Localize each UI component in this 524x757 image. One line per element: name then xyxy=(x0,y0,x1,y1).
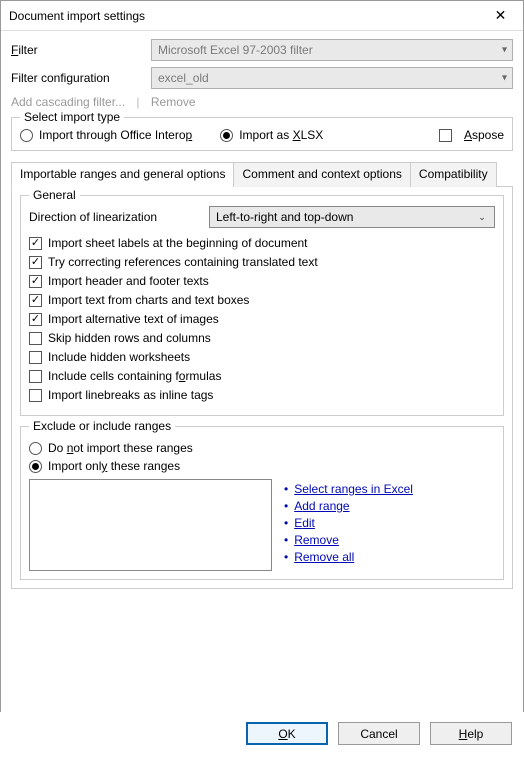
tab-compatibility[interactable]: Compatibility xyxy=(410,162,497,187)
checkbox-icon xyxy=(439,129,452,142)
general-legend: General xyxy=(29,188,80,202)
checkbox-icon xyxy=(29,275,42,288)
chevron-down-icon: ⌄ xyxy=(474,209,490,225)
filter-config-value: excel_old xyxy=(158,71,209,85)
checkbox-icon xyxy=(29,237,42,250)
titlebar: Document import settings ✕ xyxy=(1,1,523,31)
remove-cascading-link[interactable]: Remove xyxy=(151,95,196,109)
chk-linebreaks[interactable]: Import linebreaks as inline tags xyxy=(29,388,495,402)
radio-icon xyxy=(29,442,42,455)
tab-comment-context[interactable]: Comment and context options xyxy=(233,162,410,187)
chk-header-footer[interactable]: Import header and footer texts xyxy=(29,274,495,288)
chk-hidden-worksheets[interactable]: Include hidden worksheets xyxy=(29,350,495,364)
radio-icon xyxy=(220,129,233,142)
range-actions: •Select ranges in Excel •Add range •Edit… xyxy=(284,479,495,571)
ranges-fieldset: Exclude or include ranges Do not import … xyxy=(20,426,504,580)
close-button[interactable]: ✕ xyxy=(478,1,523,31)
filter-label: Filter xyxy=(11,43,151,57)
checkbox-icon xyxy=(29,332,42,345)
ok-button[interactable]: OK xyxy=(246,722,328,745)
chk-skip-hidden[interactable]: Skip hidden rows and columns xyxy=(29,331,495,345)
import-type-legend: Select import type xyxy=(20,110,124,124)
filter-value: Microsoft Excel 97-2003 filter xyxy=(158,43,313,57)
checkbox-icon xyxy=(29,351,42,364)
import-type-fieldset: Select import type Import through Office… xyxy=(11,117,513,151)
chk-sheet-labels[interactable]: Import sheet labels at the beginning of … xyxy=(29,236,495,250)
chk-correct-refs[interactable]: Try correcting references containing tra… xyxy=(29,255,495,269)
general-checklist: Import sheet labels at the beginning of … xyxy=(29,236,495,402)
general-fieldset: General Direction of linearization Left-… xyxy=(20,195,504,416)
chk-formulas[interactable]: Include cells containing formulas xyxy=(29,369,495,383)
filter-config-combo[interactable]: excel_old ▾ xyxy=(151,67,513,89)
direction-select[interactable]: Left-to-right and top-down ⌄ xyxy=(209,206,495,228)
select-ranges-link[interactable]: Select ranges in Excel xyxy=(294,482,413,496)
checkbox-icon xyxy=(29,370,42,383)
content-area: Filter Microsoft Excel 97-2003 filter ▾ … xyxy=(1,31,523,597)
cancel-button[interactable]: Cancel xyxy=(338,722,420,745)
add-cascading-link[interactable]: Add cascading filter... xyxy=(11,95,125,109)
direction-label: Direction of linearization xyxy=(29,210,209,224)
checkbox-icon xyxy=(29,389,42,402)
tab-panel: General Direction of linearization Left-… xyxy=(11,187,513,589)
ranges-listbox[interactable] xyxy=(29,479,272,571)
radio-icon xyxy=(29,460,42,473)
radio-not-import[interactable]: Do not import these ranges xyxy=(29,441,495,455)
radio-icon xyxy=(20,129,33,142)
import-xlsx-radio[interactable]: Import as XLSX xyxy=(220,128,323,142)
filter-combo[interactable]: Microsoft Excel 97-2003 filter ▾ xyxy=(151,39,513,61)
add-range-link[interactable]: Add range xyxy=(294,499,349,513)
radio-only-import[interactable]: Import only these ranges xyxy=(29,459,495,473)
edit-range-link[interactable]: Edit xyxy=(294,516,315,530)
chk-alt-text[interactable]: Import alternative text of images xyxy=(29,312,495,326)
direction-value: Left-to-right and top-down xyxy=(216,210,353,224)
checkbox-icon xyxy=(29,313,42,326)
chevron-down-icon: ▾ xyxy=(502,45,507,56)
remove-range-link[interactable]: Remove xyxy=(294,533,339,547)
window-title: Document import settings xyxy=(9,9,478,23)
chevron-down-icon: ▾ xyxy=(502,73,507,84)
dialog-footer: OK Cancel Help xyxy=(0,712,524,757)
remove-all-link[interactable]: Remove all xyxy=(294,550,354,564)
checkbox-icon xyxy=(29,256,42,269)
filter-config-label: Filter configuration xyxy=(11,71,151,85)
cascading-links: Add cascading filter... | Remove xyxy=(11,95,513,109)
aspose-checkbox[interactable]: Aspose xyxy=(439,128,504,142)
tabs: Importable ranges and general options Co… xyxy=(11,161,513,187)
ranges-legend: Exclude or include ranges xyxy=(29,419,175,433)
checkbox-icon xyxy=(29,294,42,307)
tab-importable-ranges[interactable]: Importable ranges and general options xyxy=(11,162,234,187)
import-interop-radio[interactable]: Import through Office Interop xyxy=(20,128,192,142)
chk-charts-textboxes[interactable]: Import text from charts and text boxes xyxy=(29,293,495,307)
help-button[interactable]: Help xyxy=(430,722,512,745)
